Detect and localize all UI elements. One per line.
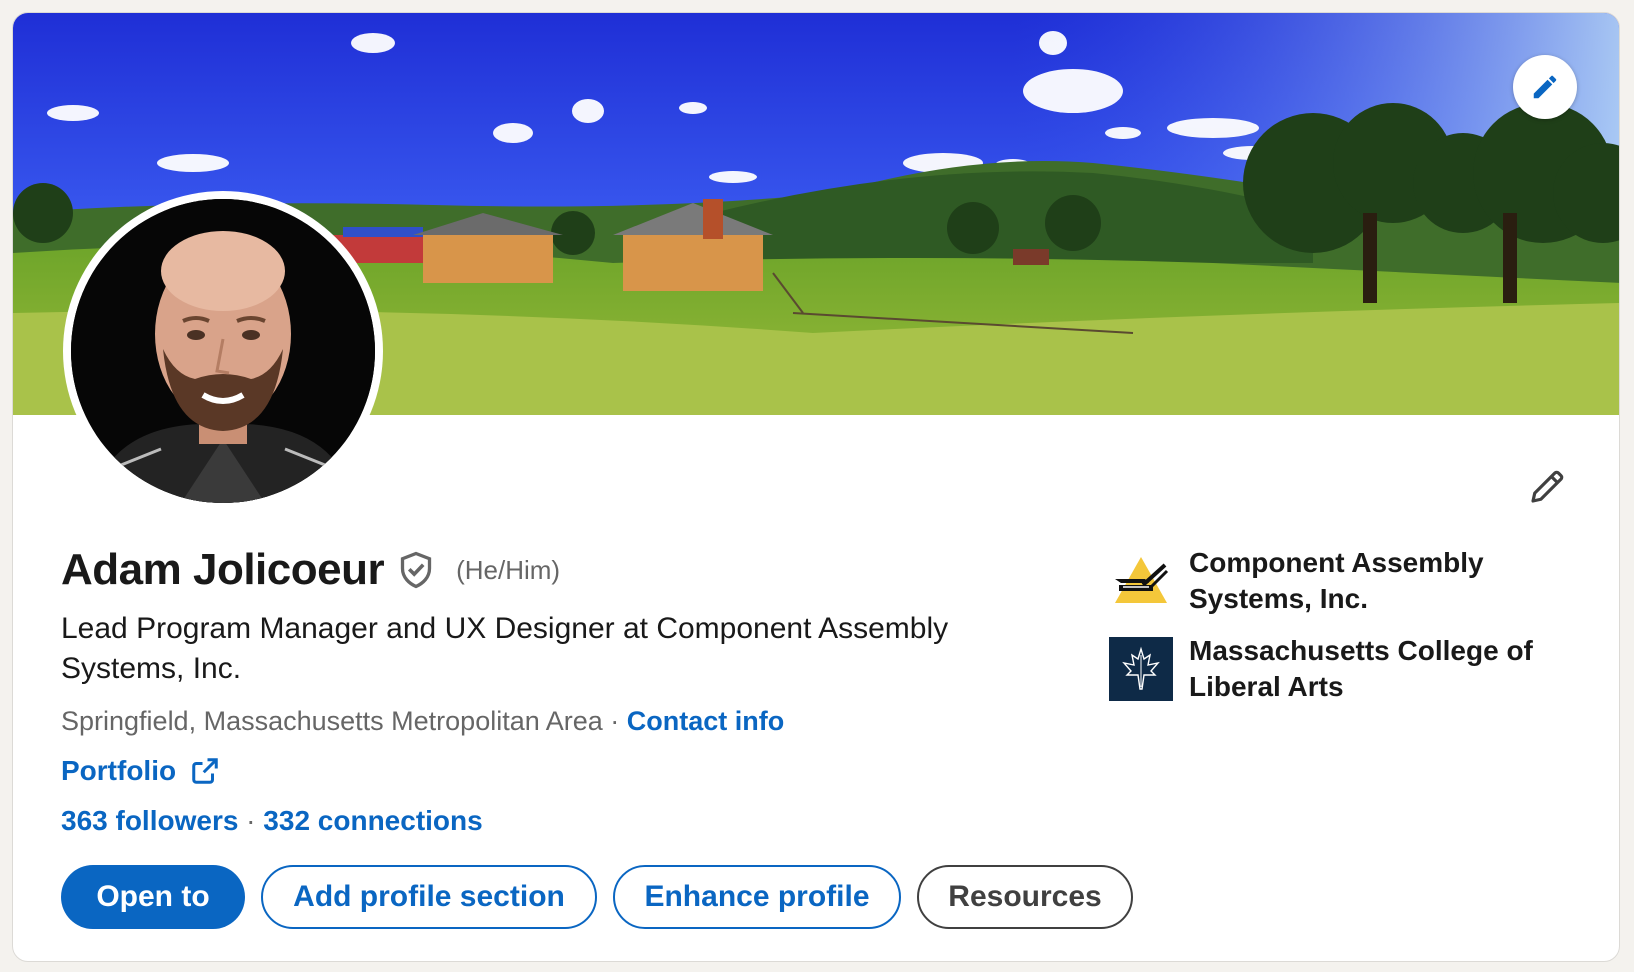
followers-link[interactable]: 363 followers bbox=[61, 805, 238, 836]
profile-actions: Open to Add profile section Enhance prof… bbox=[61, 865, 1133, 929]
pencil-icon bbox=[1530, 72, 1560, 102]
portfolio-label: Portfolio bbox=[61, 755, 177, 786]
connections-link[interactable]: 332 connections bbox=[263, 805, 482, 836]
open-to-button[interactable]: Open to bbox=[61, 865, 245, 929]
edit-intro-button[interactable] bbox=[1521, 461, 1573, 513]
name-row: Adam Jolicoeur (He/Him) bbox=[61, 545, 560, 595]
resources-button[interactable]: Resources bbox=[917, 865, 1133, 929]
mcla-maple-leaf-logo bbox=[1109, 637, 1173, 701]
profile-card: Adam Jolicoeur (He/Him) Lead Program Man… bbox=[12, 12, 1620, 962]
network-stats: 363 followers · 332 connections bbox=[61, 805, 483, 837]
shield-check-icon[interactable] bbox=[398, 550, 434, 590]
experience-education-list: Component Assembly Systems, Inc. Massach… bbox=[1109, 547, 1579, 725]
separator: · bbox=[602, 706, 627, 736]
external-link-icon bbox=[176, 756, 220, 786]
location-row: Springfield, Massachusetts Metropolitan … bbox=[61, 706, 784, 737]
avatar[interactable] bbox=[63, 191, 383, 511]
school-item[interactable]: Massachusetts College of Liberal Arts bbox=[1109, 635, 1579, 705]
profile-headline: Lead Program Manager and UX Designer at … bbox=[61, 612, 949, 685]
edit-banner-button[interactable] bbox=[1513, 55, 1577, 119]
location: Springfield, Massachusetts Metropolitan … bbox=[61, 706, 603, 736]
separator: · bbox=[238, 805, 264, 836]
pencil-icon bbox=[1526, 466, 1568, 508]
contact-info-link[interactable]: Contact info bbox=[627, 706, 784, 736]
company-item[interactable]: Component Assembly Systems, Inc. bbox=[1109, 547, 1579, 617]
portfolio-link[interactable]: Portfolio bbox=[61, 755, 220, 787]
company-name: Component Assembly Systems, Inc. bbox=[1189, 547, 1484, 614]
pronouns: (He/Him) bbox=[456, 554, 561, 585]
profile-name: Adam Jolicoeur bbox=[61, 545, 385, 594]
add-profile-section-button[interactable]: Add profile section bbox=[261, 865, 597, 929]
school-name: Massachusetts College of Liberal Arts bbox=[1189, 635, 1533, 702]
enhance-profile-button[interactable]: Enhance profile bbox=[613, 865, 901, 929]
component-assembly-logo bbox=[1109, 549, 1173, 613]
